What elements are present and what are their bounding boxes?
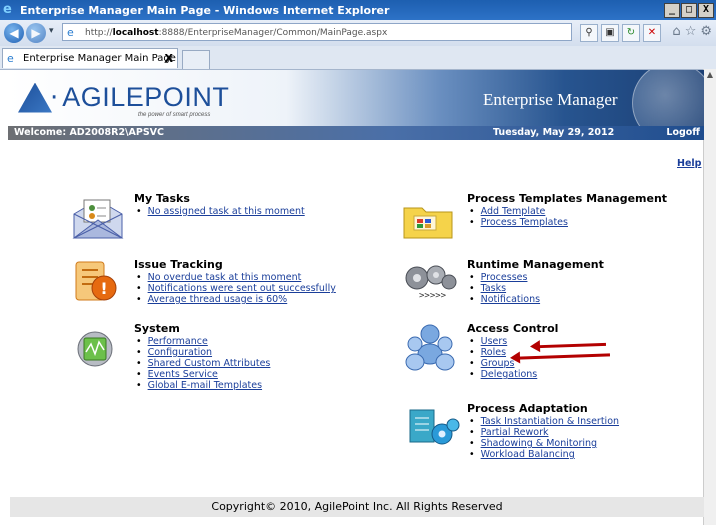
address-toolbar: ◀ ▶ ▾ e http://localhost:8888/Enterprise… (0, 20, 716, 47)
access-control-icon (405, 324, 455, 371)
system-title: System (134, 322, 180, 335)
scroll-up-icon[interactable]: ▲ (704, 69, 716, 81)
logoff-link[interactable]: Logoff (666, 126, 700, 140)
tasks-link[interactable]: Tasks (467, 283, 604, 294)
forward-button[interactable]: ▶ (26, 23, 46, 43)
process-adaptation-section: Process Adaptation Task Instantiation & … (467, 402, 619, 460)
url-path: :8888/EnterpriseManager/Common/MainPage.… (158, 28, 388, 38)
task-instantiation-link[interactable]: Task Instantiation & Insertion (467, 416, 619, 427)
compatibility-icon[interactable]: ▣ (601, 24, 619, 42)
maximize-button[interactable]: □ (681, 3, 697, 18)
my-tasks-icon (72, 199, 124, 239)
favorites-star-icon[interactable]: ☆ (685, 24, 697, 39)
process-adaptation-title: Process Adaptation (467, 402, 588, 415)
issue-tracking-title: Issue Tracking (134, 258, 223, 271)
svg-text:!: ! (100, 279, 107, 298)
workload-balancing-link[interactable]: Workload Balancing (467, 449, 619, 460)
settings-gear-icon[interactable]: ⚙ (700, 24, 712, 39)
home-icon[interactable]: ⌂ (672, 24, 680, 39)
vertical-scrollbar[interactable]: ▲ (703, 69, 716, 525)
address-field[interactable]: e http://localhost:8888/EnterpriseManage… (62, 23, 572, 41)
issue-tracking-item[interactable]: Notifications were sent out successfully (134, 283, 336, 294)
system-item-events-service[interactable]: Events Service (134, 369, 270, 380)
system-item-custom-attributes[interactable]: Shared Custom Attributes (134, 358, 271, 369)
window-controls: _ □ X (664, 3, 714, 18)
url-prefix: http:// (85, 28, 113, 38)
runtime-management-icon: >>>>> (405, 265, 457, 300)
tab-main-page[interactable]: e Enterprise Manager Main Page X (2, 48, 178, 68)
process-adaptation-icon (409, 409, 460, 445)
delegations-link[interactable]: Delegations (467, 369, 558, 380)
window-title: Enterprise Manager Main Page - Windows I… (20, 3, 390, 17)
brand-text: AGILEPOINT (62, 82, 230, 112)
browser-tools: ⌂ ☆ ⚙ (672, 24, 712, 39)
welcome-user: Welcome: AD2008R2\APSVC (14, 127, 165, 138)
refresh-icon[interactable]: ↻ (622, 24, 640, 42)
my-tasks-section: My Tasks No assigned task at this moment (134, 192, 305, 217)
url-host: localhost (112, 28, 159, 38)
current-date: Tuesday, May 29, 2012 (493, 127, 615, 138)
system-item-configuration[interactable]: Configuration (134, 347, 270, 358)
issue-tracking-icon: ! (75, 261, 117, 301)
issue-tracking-section: Issue Tracking No overdue task at this m… (134, 258, 336, 305)
system-item-performance[interactable]: Performance (134, 336, 270, 347)
process-templates-link[interactable]: Process Templates (467, 217, 667, 228)
close-window-button[interactable]: X (698, 3, 714, 18)
process-templates-icon (403, 207, 453, 239)
system-section: System Performance Configuration Shared … (134, 322, 270, 391)
ie-logo-icon: e (3, 2, 12, 17)
logo-mark-icon (18, 82, 52, 113)
back-button[interactable]: ◀ (4, 23, 24, 43)
search-icon[interactable]: ⚲ (580, 24, 598, 42)
minimize-button[interactable]: _ (664, 3, 680, 18)
window-titlebar: e Enterprise Manager Main Page - Windows… (0, 0, 716, 20)
header-banner: · AGILEPOINT the power of smart process … (8, 70, 704, 126)
welcome-bar: Welcome: AD2008R2\APSVC Tuesday, May 29,… (8, 126, 704, 140)
tab-favicon-icon: e (7, 52, 14, 65)
add-template-link[interactable]: Add Template (467, 206, 667, 217)
system-item-email-templates[interactable]: Global E-mail Templates (134, 380, 270, 391)
process-templates-section: Process Templates Management Add Templat… (467, 192, 667, 228)
processes-link[interactable]: Processes (467, 272, 604, 283)
tab-close-button[interactable]: X (165, 49, 173, 69)
my-tasks-item[interactable]: No assigned task at this moment (134, 206, 305, 217)
system-icon (77, 331, 113, 367)
new-tab-button[interactable] (182, 50, 210, 69)
runtime-management-title: Runtime Management (467, 258, 604, 271)
app-title: Enterprise Manager (483, 90, 618, 109)
issue-tracking-item[interactable]: Average thread usage is 60% (134, 294, 336, 305)
globe-graphic (632, 70, 704, 126)
runtime-management-section: Runtime Management Processes Tasks Notif… (467, 258, 604, 305)
svg-text:>>>>>: >>>>> (419, 291, 447, 300)
shadowing-monitoring-link[interactable]: Shadowing & Monitoring (467, 438, 619, 449)
tab-strip: e Enterprise Manager Main Page X (0, 46, 716, 70)
stop-icon[interactable]: ✕ (643, 24, 661, 42)
history-dropdown-icon[interactable]: ▾ (49, 26, 54, 36)
help-link[interactable]: Help (677, 158, 701, 169)
notifications-link[interactable]: Notifications (467, 294, 604, 305)
agilepoint-logo: · AGILEPOINT (18, 82, 229, 113)
my-tasks-title: My Tasks (134, 192, 190, 205)
process-templates-title: Process Templates Management (467, 192, 668, 205)
tab-label: Enterprise Manager Main Page (23, 53, 176, 64)
access-control-title: Access Control (467, 322, 559, 335)
issue-tracking-item[interactable]: No overdue task at this moment (134, 272, 336, 283)
partial-rework-link[interactable]: Partial Rework (467, 427, 619, 438)
page-favicon-icon: e (67, 26, 74, 39)
copyright-footer: Copyright© 2010, AgilePoint Inc. All Rig… (10, 497, 704, 517)
tagline: the power of smart process (138, 112, 211, 118)
address-tools: ⚲ ▣ ↻ ✕ (580, 24, 661, 42)
